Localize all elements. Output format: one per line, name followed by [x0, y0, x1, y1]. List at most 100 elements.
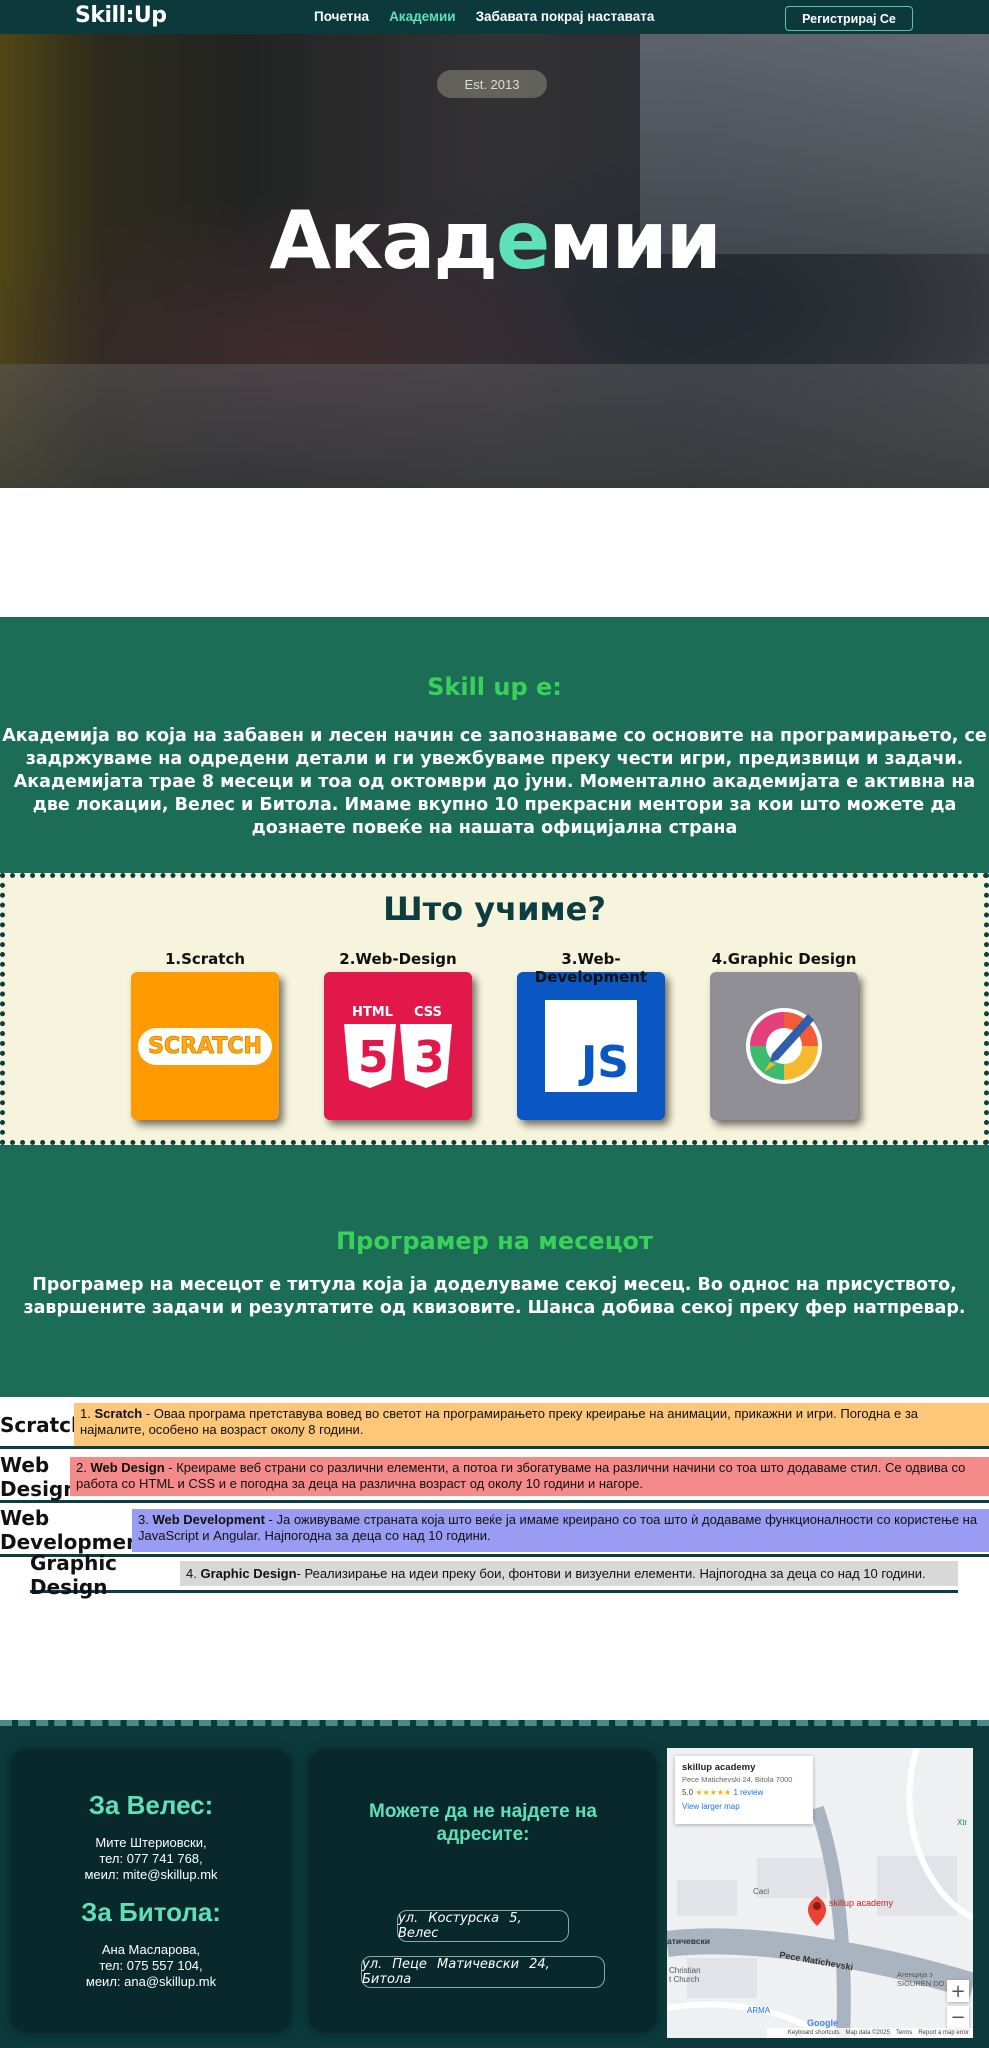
card-label: 2.Web-Design	[339, 950, 457, 968]
bitola-contact-name: Ана Масларова,	[101, 1942, 201, 1957]
course-row-title: Web Design	[0, 1452, 78, 1501]
nav-links: Почетна Академии Забавата покрај настава…	[314, 9, 654, 24]
bitola-contact-phone: тел: 075 557 104,	[99, 1958, 203, 1973]
register-button[interactable]: Регистрирај Се	[785, 6, 913, 31]
courses-list: Scratch 1. Scratch - Оваа програма претс…	[0, 1397, 989, 1717]
hero-badge: Est. 2013	[437, 70, 547, 98]
map-pin-label: skillup academy	[829, 1898, 894, 1908]
course-row-graphic-design: Graphic Design 4. Graphic Design - Реали…	[30, 1550, 958, 1599]
address-veles[interactable]: ул. Костурска 5, Велес	[397, 1910, 569, 1942]
course-card-scratch: 1.Scratch SCRATCH	[125, 950, 285, 1120]
course-row-text: 3. Web Development - Ја оживуваме страна…	[132, 1509, 989, 1552]
hero-photo-floor	[0, 364, 989, 488]
html-css-logo-tile[interactable]: HTML CSS 5 3	[324, 972, 472, 1120]
scratch-logo-tile[interactable]: SCRATCH	[131, 972, 279, 1120]
nav-link-fun[interactable]: Забавата покрај наставата	[476, 9, 655, 24]
map-place-card: skillup academy Pece Matichevski 24, Bit…	[675, 1756, 813, 1824]
js-logo-icon: JS	[545, 1000, 637, 1092]
card-label: 1.Scratch	[164, 950, 246, 968]
map-reviews-link[interactable]: 1 review	[733, 1788, 763, 1797]
contacts-box: За Велес: Мите Штериовски, тел: 077 741 …	[11, 1750, 291, 2032]
card-label: 3.Web-Development	[534, 950, 648, 986]
map-larger-link[interactable]: View larger map	[682, 1802, 806, 1811]
hero-title-part: Акад	[269, 194, 498, 287]
map-keyboard-shortcuts[interactable]: Keyboard shortcuts	[788, 2030, 840, 2036]
course-name: Scratch	[94, 1406, 143, 1421]
course-row-title: Scratch	[0, 1412, 86, 1437]
js-logo-tile[interactable]: JS	[517, 972, 665, 1120]
top-navbar: Skill:Up Почетна Академии Забавата покра…	[0, 0, 989, 34]
veles-contact-name: Мите Штериовски,	[95, 1835, 207, 1850]
svg-text:3: 3	[414, 1032, 445, 1083]
course-name: Graphic Design	[200, 1565, 297, 1581]
svg-text:5: 5	[358, 1032, 389, 1083]
graphic-design-logo-tile[interactable]	[710, 972, 858, 1120]
scratch-logo-icon: SCRATCH	[138, 1027, 272, 1065]
skillup-section: Skill up е: Академија во која на забавен…	[0, 617, 989, 873]
course-num: 3.	[138, 1512, 149, 1527]
hero-banner: Est. 2013 Академии	[0, 34, 989, 488]
course-row-text: 2. Web Design - Креираме веб страни со р…	[70, 1457, 989, 1496]
google-logo: Google	[807, 2018, 838, 2028]
hero-title-part: мии	[548, 194, 721, 287]
google-map-embed[interactable]: skillup academy Pece Matichevski атичевс…	[667, 1748, 973, 2038]
programmer-heading: Програмер на месецот	[336, 1227, 653, 1255]
svg-text:CSS: CSS	[414, 1005, 442, 1020]
bitola-heading: За Битола:	[81, 1897, 221, 1927]
nav-link-academies[interactable]: Академии	[389, 9, 456, 24]
map-rating-value: 5.0	[682, 1788, 694, 1797]
course-num: 1.	[80, 1406, 91, 1421]
map-zoom-in-button[interactable]: +	[947, 1980, 969, 2002]
veles-contact-email[interactable]: меил: mite@skillup.mk	[11, 1867, 291, 1883]
hero-title-accent: е	[496, 194, 550, 287]
map-place-rating: 5.0 ★★★★★ 1 review	[682, 1788, 806, 1797]
map-place-name: skillup academy	[682, 1762, 756, 1773]
veles-heading: За Велес:	[88, 1790, 214, 1820]
card-label: 4.Graphic Design	[711, 950, 857, 968]
map-report-error-link[interactable]: Report a map error	[918, 2030, 969, 2036]
logo[interactable]: Skill:Up	[75, 3, 167, 28]
map-poi-church: Christian t Church	[669, 1966, 701, 1984]
veles-contact-phone: тел: 077 741 768,	[99, 1851, 203, 1866]
learn-heading: Што учиме?	[383, 890, 606, 928]
html-css-logo-icon: HTML CSS 5 3	[344, 1005, 452, 1088]
map-data-credit: Map data ©2025	[845, 2030, 890, 2036]
course-row-text: 4. Graphic Design - Реализирање на идеи …	[180, 1561, 958, 1586]
map-street-label-left: атичевски	[667, 1936, 710, 1946]
map-footer-bar: Keyboard shortcuts Map data ©2025 Terms …	[767, 2028, 973, 2038]
map-poi-caci: Caci	[753, 1887, 770, 1896]
programmer-of-month-section: Програмер на месецот Програмер на месецо…	[0, 1145, 989, 1397]
course-name: Web Design	[90, 1460, 165, 1475]
course-name: Web Development	[152, 1512, 265, 1527]
course-row-text: 1. Scratch - Оваа програма претставува в…	[74, 1403, 989, 1446]
map-poi-arma: ARMA	[747, 2006, 771, 2015]
programmer-description: Програмер на месецот е титула која ја до…	[23, 1275, 966, 1318]
bitola-contact-email[interactable]: меил: ana@skillup.mk	[11, 1974, 291, 1990]
what-we-learn-section: Што учиме? 1.Scratch SCRATCH 2.Web-Desig…	[0, 873, 989, 1145]
hero-title: Академии	[0, 194, 989, 287]
addresses-box: Можете да не најдете на адресите: ул. Ко…	[309, 1750, 657, 2032]
star-rating-icon: ★★★★★	[695, 1788, 732, 1797]
course-desc: - Реализирање на идеи преку бои, фонтови…	[296, 1565, 926, 1581]
course-row-scratch: Scratch 1. Scratch - Оваа програма претс…	[0, 1403, 989, 1449]
nav-link-home[interactable]: Почетна	[314, 9, 369, 24]
footer: За Велес: Мите Штериовски, тел: 077 741 …	[0, 1720, 989, 2048]
course-card-web-design: 2.Web-Design HTML CSS 5 3	[318, 950, 478, 1120]
skillup-heading: Skill up е:	[427, 673, 562, 701]
course-desc: - Оваа програма претставува вовед во све…	[80, 1406, 919, 1437]
course-row-title: Graphic Design	[30, 1550, 118, 1599]
address-bitola[interactable]: ул. Пеце Матичевски 24, Битола	[361, 1956, 605, 1988]
course-card-web-development: 3.Web-Development JS	[511, 950, 671, 1120]
svg-text:HTML: HTML	[352, 1005, 393, 1020]
scratch-logo-text: SCRATCH	[148, 1033, 263, 1059]
veles-contact: Мите Штериовски, тел: 077 741 768, меил:…	[11, 1835, 291, 1883]
course-card-graphic-design: 4.Graphic Design	[704, 950, 864, 1120]
map-terms-link[interactable]: Terms	[896, 2030, 912, 2036]
map-zoom-out-button[interactable]: −	[947, 2006, 969, 2028]
bitola-contact: Ана Масларова, тел: 075 557 104, меил: a…	[11, 1942, 291, 1990]
palette-brush-icon	[746, 1008, 822, 1084]
course-desc: - Креираме веб страни со различни елемен…	[76, 1460, 966, 1491]
course-num: 2.	[76, 1460, 87, 1475]
skillup-description: Академија во која на забавен и лесен нач…	[2, 726, 987, 838]
course-row-title: Web Development	[0, 1505, 150, 1554]
